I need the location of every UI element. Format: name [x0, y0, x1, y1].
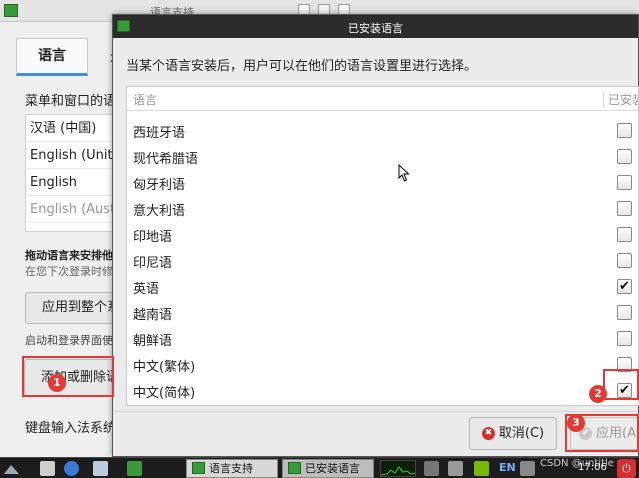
installed-checkbox[interactable] — [617, 149, 632, 164]
language-name: 印地语 — [133, 230, 173, 245]
taskbar: 语言支持 已安装语言 EN CSDN @untitle 17:06 ⏻ — [0, 457, 639, 478]
task-language-support[interactable]: 语言支持 — [186, 459, 278, 478]
table-row[interactable]: 印地语 — [127, 222, 638, 248]
bg-tab-strip: 语言 地 — [16, 38, 124, 76]
drag-hint-sub: 在您下次登录时修 — [25, 265, 113, 278]
language-app-icon[interactable] — [127, 461, 142, 476]
highlight-chinese-checkbox — [603, 369, 639, 400]
show-desktop-icon[interactable] — [40, 461, 55, 476]
divider — [113, 411, 638, 412]
task-label: 语言支持 — [209, 462, 253, 475]
step-badge-3: 3 — [567, 414, 585, 432]
language-name: 朝鲜语 — [133, 334, 173, 349]
table-row[interactable]: 现代希腊语 — [127, 144, 638, 170]
language-name: 中文(简体) — [133, 386, 196, 401]
input-method-indicator[interactable]: EN — [499, 461, 516, 474]
login-screen-text: 启动和登录界面使 — [25, 334, 113, 347]
dialog-title: 已安装语言 — [348, 22, 403, 35]
language-table[interactable]: 语言 已安装 西班牙语现代希腊语匈牙利语意大利语印地语印尼语英语 ✔ 越南语朝鲜语中… — [126, 86, 639, 406]
highlight-add-remove — [22, 356, 114, 397]
language-name: 中文(繁体) — [133, 360, 196, 375]
table-row[interactable]: 意大利语 — [127, 196, 638, 222]
installed-checkbox[interactable] — [617, 331, 632, 346]
installed-checkbox[interactable] — [617, 253, 632, 268]
apply-system-wide-button[interactable]: 应用到整个系 — [25, 292, 125, 324]
power-icon[interactable]: ⏻ — [617, 459, 636, 478]
drag-hint: 拖动语言来安排他 — [25, 249, 113, 262]
language-priority-list[interactable]: 汉语 (中国) English (Unit English English (A… — [25, 114, 117, 232]
keyboard-input-label: 键盘输入法系统 — [25, 421, 117, 436]
nvidia-icon[interactable] — [474, 461, 489, 476]
window-switcher-icon[interactable] — [93, 461, 108, 476]
table-row[interactable]: 越南语 — [127, 300, 638, 326]
column-language[interactable]: 语言 — [133, 91, 157, 108]
dialog-titlebar: 已安装语言 — [113, 15, 638, 38]
installed-checkbox[interactable] — [617, 123, 632, 138]
clock[interactable]: 17:06 — [578, 462, 607, 473]
installed-languages-dialog: 已安装语言 当某个语言安装后，用户可以在他们的语言设置里进行选择。 语言 已安装… — [112, 14, 639, 457]
table-row[interactable]: 西班牙语 — [127, 118, 638, 144]
language-name: 现代希腊语 — [133, 152, 199, 167]
language-name: 英语 — [133, 282, 160, 297]
task-installed-languages[interactable]: 已安装语言 — [282, 459, 374, 478]
list-item[interactable]: English (Aust — [26, 196, 116, 223]
dialog-description: 当某个语言安装后，用户可以在他们的语言设置里进行选择。 — [126, 59, 478, 74]
language-name: 匈牙利语 — [133, 178, 186, 193]
browser-icon[interactable] — [64, 461, 79, 476]
installed-checkbox[interactable]: ✔ — [617, 279, 632, 294]
language-name: 西班牙语 — [133, 126, 186, 141]
installed-checkbox[interactable] — [617, 175, 632, 190]
table-header: 语言 已安装 — [127, 87, 638, 111]
cancel-button[interactable]: ✖ 取消(C) — [469, 417, 557, 450]
mouse-cursor-icon — [398, 164, 410, 182]
task-icon — [192, 462, 205, 474]
tab-language[interactable]: 语言 — [16, 38, 88, 76]
table-row[interactable]: 匈牙利语 — [127, 170, 638, 196]
language-rows: 西班牙语现代希腊语匈牙利语意大利语印地语印尼语英语 ✔ 越南语朝鲜语中文(繁体) 中文… — [127, 118, 638, 404]
cancel-label: 取消(C) — [498, 426, 545, 441]
table-row[interactable]: 中文(简体) ✔ — [127, 378, 638, 404]
language-name: 意大利语 — [133, 204, 186, 219]
language-name: 越南语 — [133, 308, 173, 323]
step-badge-1: 1 — [48, 374, 66, 392]
list-item[interactable]: English (Unit — [26, 142, 116, 169]
installed-checkbox[interactable] — [617, 227, 632, 242]
cpu-graph-icon — [380, 466, 416, 476]
column-installed[interactable]: 已安装 — [603, 91, 638, 108]
start-menu-icon[interactable] — [4, 461, 19, 476]
mouse-settings-icon[interactable] — [448, 461, 463, 476]
task-label: 已安装语言 — [305, 462, 360, 475]
table-row[interactable]: 朝鲜语 — [127, 326, 638, 352]
language-name: 印尼语 — [133, 256, 173, 271]
task-icon — [288, 462, 301, 474]
table-row[interactable]: 中文(繁体) — [127, 352, 638, 378]
network-icon[interactable] — [424, 461, 439, 476]
list-item[interactable]: English — [26, 169, 116, 196]
list-item[interactable]: 汉语 (中国) — [26, 115, 116, 142]
installed-checkbox[interactable] — [617, 201, 632, 216]
table-row[interactable]: 印尼语 — [127, 248, 638, 274]
menu-language-label: 菜单和窗口的语 — [25, 94, 117, 109]
step-badge-2: 2 — [589, 385, 607, 403]
installed-checkbox[interactable] — [617, 305, 632, 320]
table-row[interactable]: 英语 ✔ — [127, 274, 638, 300]
volume-icon[interactable] — [520, 461, 535, 476]
cancel-icon: ✖ — [481, 427, 495, 440]
cpu-monitor — [380, 460, 416, 477]
app-icon — [4, 4, 18, 17]
